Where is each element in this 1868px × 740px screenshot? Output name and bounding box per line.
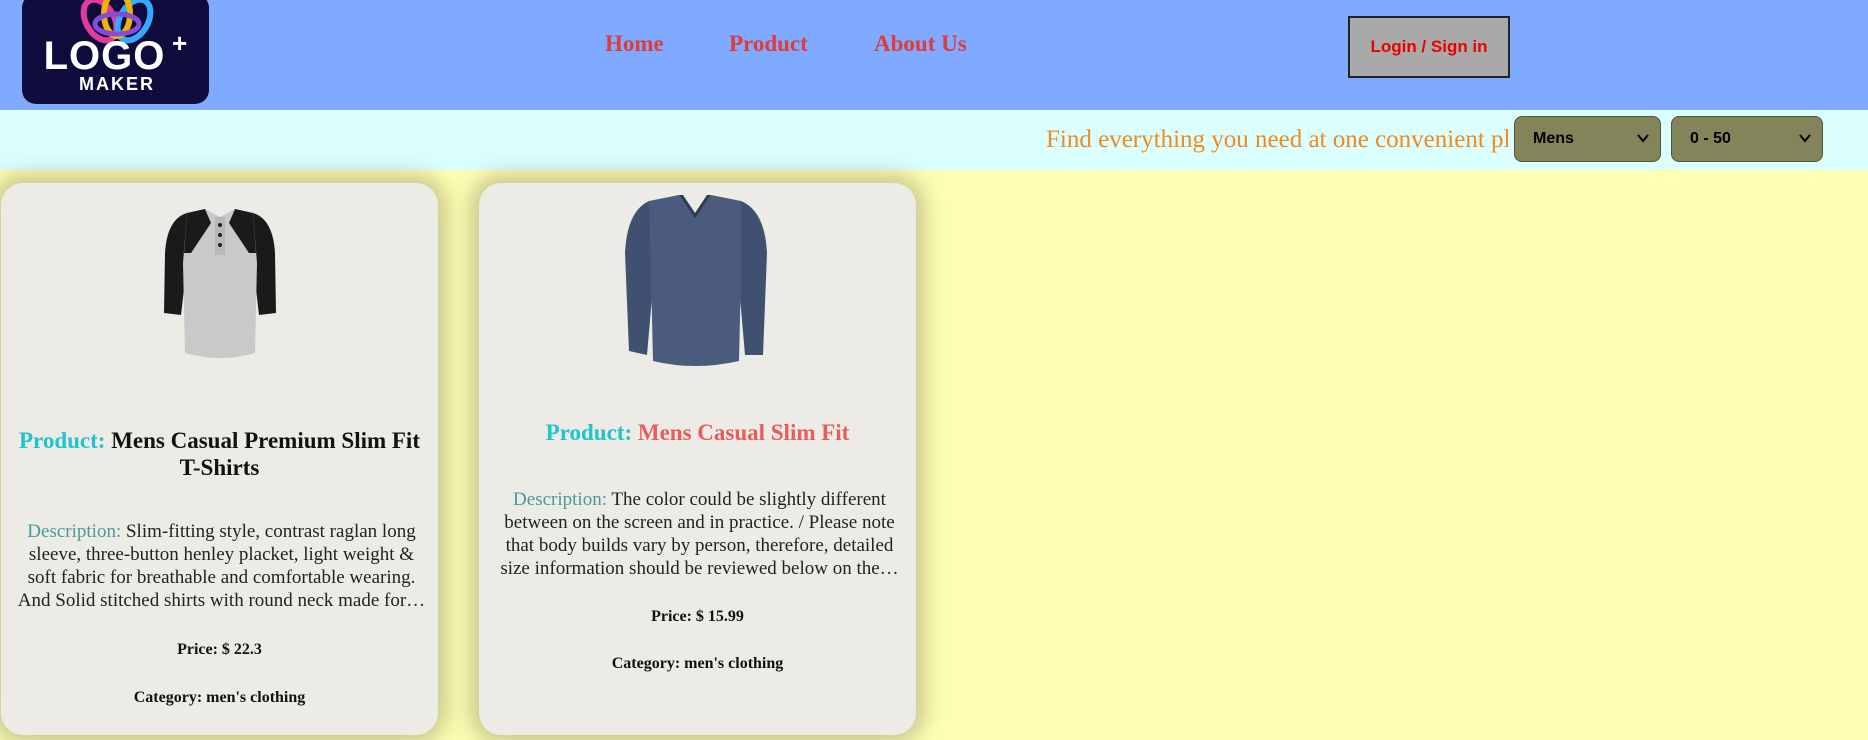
chevron-down-icon [1637, 134, 1649, 143]
product-price: Price: $ 15.99 [651, 608, 744, 625]
product-card[interactable]: Product: Mens Casual Premium Slim Fit T-… [1, 183, 438, 735]
product-label: Product: [19, 428, 106, 453]
product-image [1, 183, 438, 383]
product-description: Description: The color could be slightly… [491, 488, 908, 582]
product-name: Mens Casual Slim Fit [637, 420, 850, 445]
logo-text: LOGO [43, 34, 166, 78]
product-description: Description: Slim-fitting style, contras… [13, 520, 430, 614]
product-image [479, 183, 916, 383]
product-category: Category: men's clothing [133, 689, 306, 706]
logo-plus: + [172, 28, 188, 58]
top-header: LOGO + MAKER Home Product About Us Login… [0, 0, 1868, 110]
nav-home-link[interactable]: Home [605, 31, 664, 57]
price-range-select[interactable]: 0 - 50 [1671, 116, 1823, 162]
description-label: Description: [27, 521, 122, 542]
promo-marquee: Find everything you need at one convenie… [1046, 126, 1508, 153]
nav-about-us-link[interactable]: About Us [874, 31, 967, 57]
product-category: Category: men's clothing [611, 655, 784, 672]
description-label: Description: [513, 489, 607, 510]
product-title: Product: Mens Casual Premium Slim Fit T-… [7, 427, 432, 481]
product-price: Price: $ 22.3 [177, 641, 262, 658]
logo-subtext: MAKER [79, 74, 155, 94]
nav-product-link[interactable]: Product [729, 31, 808, 57]
login-sign-in-button[interactable]: Login / Sign in [1348, 16, 1510, 78]
price-range-select-value: 0 - 50 [1690, 130, 1731, 147]
product-title: Product: Mens Casual Slim Fit [485, 419, 910, 446]
category-select-value: Mens [1533, 130, 1574, 147]
product-label: Product: [545, 420, 633, 445]
logo[interactable]: LOGO + MAKER [22, 0, 209, 104]
product-card[interactable]: Product: Mens Casual Slim Fit Descriptio… [479, 183, 916, 735]
henley-shirt-image [164, 209, 276, 358]
chevron-down-icon [1799, 134, 1811, 143]
filter-bar: Find everything you need at one convenie… [0, 110, 1868, 170]
product-name: Mens Casual Premium Slim Fit T-Shirts [111, 428, 420, 480]
vneck-longsleeve-image [625, 195, 767, 366]
category-select[interactable]: Mens [1514, 116, 1661, 162]
